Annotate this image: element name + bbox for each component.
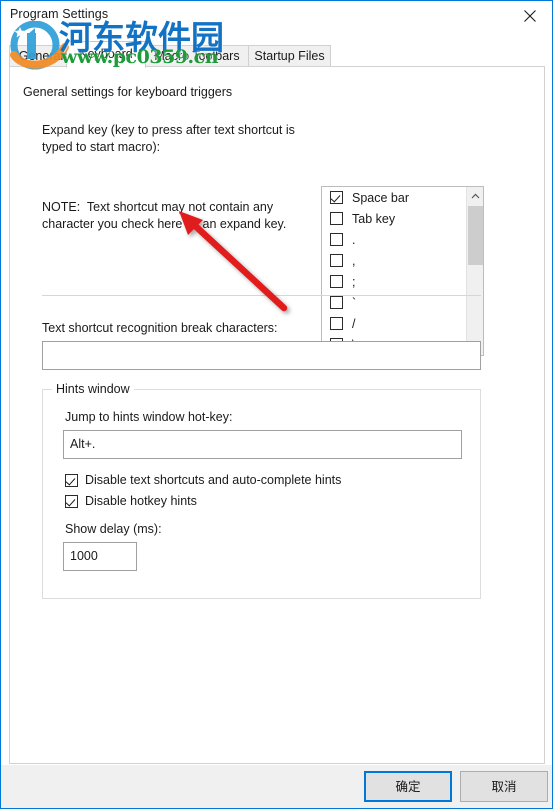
panel-heading: General settings for keyboard triggers [23, 85, 233, 99]
ok-button-label: 确定 [395, 779, 421, 794]
list-item-label: ` [352, 295, 357, 310]
program-settings-dialog: Program Settings General Keyboard Macro … [0, 0, 553, 809]
checkbox-disable-hotkey-hints[interactable] [65, 494, 78, 508]
list-item[interactable]: , [322, 250, 483, 271]
checkbox-disable-hotkey-hints-label: Disable hotkey hints [85, 494, 197, 508]
hotkey-label: Jump to hints window hot-key: [65, 410, 233, 424]
expand-key-label: Expand key (key to press after text shor… [42, 123, 295, 154]
tab-macro-toolbars-label: Macro Toolbars [154, 49, 240, 63]
window-title: Program Settings [10, 7, 109, 21]
cancel-button-label: 取消 [491, 779, 517, 794]
checkbox-period[interactable] [330, 233, 343, 246]
tab-keyboard-label: Keyboard [79, 47, 133, 61]
disable-text-shortcuts-checkbox-row[interactable]: Disable text shortcuts and auto-complete… [65, 473, 341, 487]
listbox-scrollbar[interactable] [466, 187, 483, 355]
close-button[interactable] [508, 1, 552, 30]
tab-general-label: General [18, 49, 64, 63]
cancel-button[interactable]: 取消 [460, 771, 548, 802]
section-divider [42, 295, 481, 296]
list-item-label: Space bar [352, 190, 409, 205]
list-item[interactable]: ; [322, 271, 483, 292]
scrollbar-thumb[interactable] [468, 206, 483, 265]
list-item-label: , [352, 253, 356, 268]
hotkey-input[interactable]: Alt+. [63, 430, 462, 459]
list-item-label: / [352, 316, 356, 331]
checkbox-disable-text-shortcuts[interactable] [65, 473, 78, 487]
ok-button[interactable]: 确定 [364, 771, 452, 802]
list-item[interactable]: Tab key [322, 208, 483, 229]
hints-window-legend: Hints window [52, 382, 134, 396]
checkbox-space-bar[interactable] [330, 191, 343, 204]
list-item-label: . [352, 232, 356, 247]
checkbox-tab-key[interactable] [330, 212, 343, 225]
tab-general[interactable]: General [9, 45, 73, 67]
break-chars-label: Text shortcut recognition break characte… [42, 321, 278, 335]
checkbox-slash[interactable] [330, 317, 343, 330]
list-item[interactable]: Space bar [322, 187, 483, 208]
title-bar: Program Settings [1, 1, 552, 31]
tab-strip: General Keyboard Macro Toolbars Startup … [9, 41, 545, 68]
note-label: NOTE: Text shortcut may not contain any … [42, 200, 287, 231]
disable-hotkey-hints-checkbox-row[interactable]: Disable hotkey hints [65, 494, 197, 508]
list-item-label: Tab key [352, 211, 396, 226]
show-delay-label: Show delay (ms): [65, 522, 162, 536]
dialog-footer: 确定 取消 [1, 765, 552, 808]
tab-keyboard[interactable]: Keyboard [66, 41, 146, 68]
expand-key-listbox[interactable]: Space bar Tab key . , ; ` / [321, 186, 484, 356]
hotkey-value: Alt+. [70, 437, 96, 452]
chevron-up-icon[interactable] [467, 187, 483, 204]
tab-startup-files-label: Startup Files [254, 49, 325, 63]
tab-macro-toolbars[interactable]: Macro Toolbars [145, 45, 249, 67]
hints-window-group: Hints window Jump to hints window hot-ke… [42, 382, 481, 599]
show-delay-input[interactable]: 1000 [63, 542, 137, 571]
list-item-label: ; [352, 274, 356, 289]
show-delay-value: 1000 [70, 549, 98, 564]
break-chars-input[interactable] [42, 341, 481, 370]
tab-startup-files[interactable]: Startup Files [248, 45, 331, 67]
list-item[interactable]: . [322, 229, 483, 250]
checkbox-disable-text-shortcuts-label: Disable text shortcuts and auto-complete… [85, 473, 342, 487]
keyboard-tab-panel: General settings for keyboard triggers E… [9, 66, 545, 764]
checkbox-backtick[interactable] [330, 296, 343, 309]
checkbox-comma[interactable] [330, 254, 343, 267]
list-item[interactable]: / [322, 313, 483, 334]
checkbox-semicolon[interactable] [330, 275, 343, 288]
